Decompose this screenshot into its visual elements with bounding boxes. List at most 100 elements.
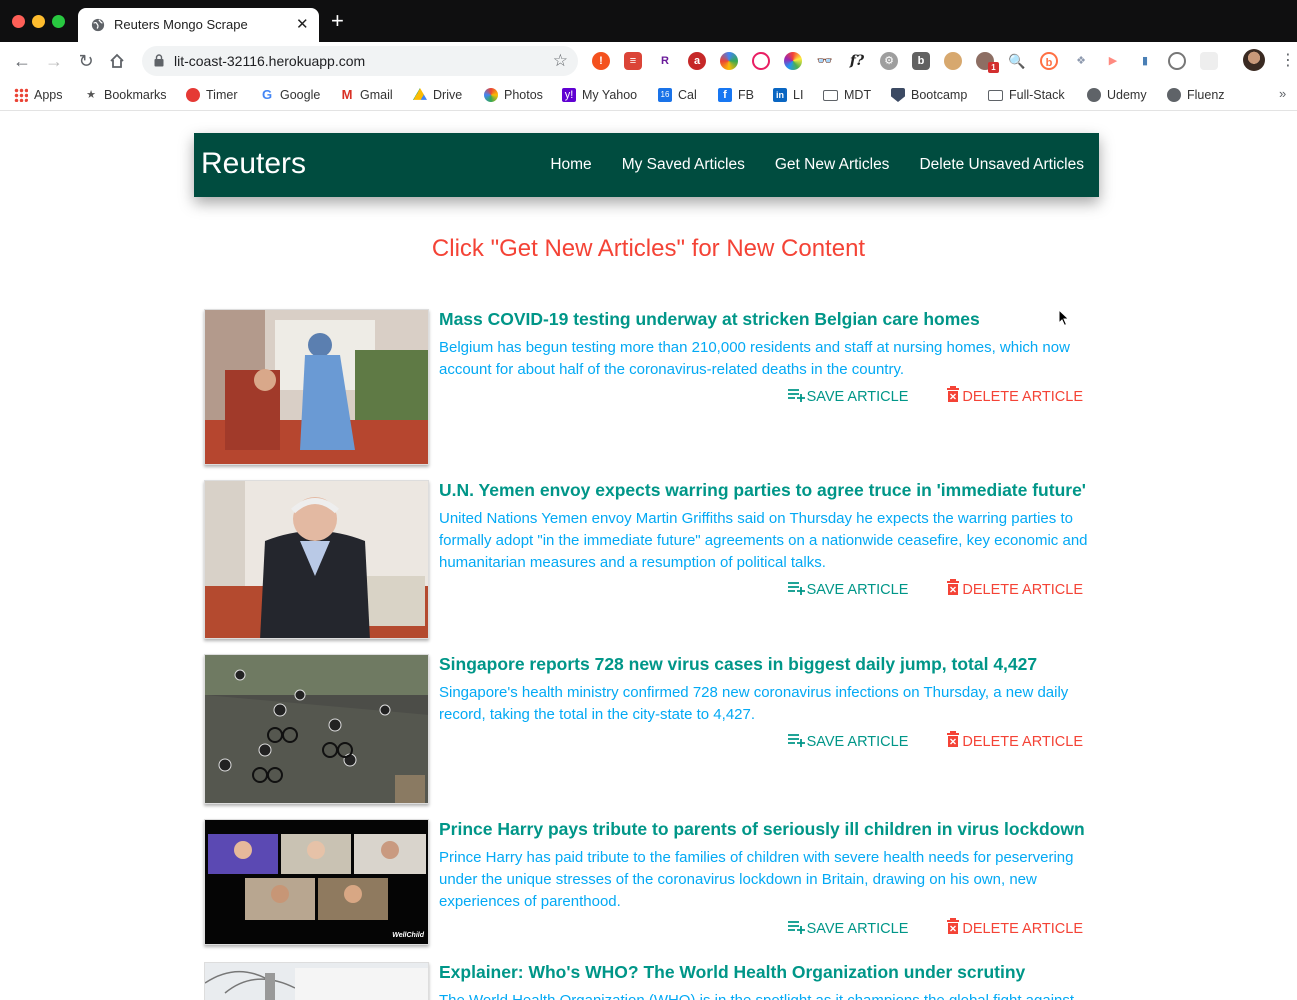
delete-article-button[interactable]: DELETE ARTICLE <box>946 579 1083 598</box>
article-title[interactable]: U.N. Yemen envoy expects warring parties… <box>439 480 1099 501</box>
playlist-add-icon <box>787 582 805 595</box>
maximize-window-button[interactable] <box>52 15 65 28</box>
extension-ring-icon[interactable] <box>1168 52 1186 70</box>
minimize-window-button[interactable] <box>32 15 45 28</box>
extension-color-icon[interactable] <box>720 52 738 70</box>
article-actions: SAVE ARTICLE DELETE ARTICLE <box>787 386 1083 405</box>
article-summary: The World Health Organization (WHO) is i… <box>439 990 1099 1000</box>
article-summary: Singapore's health ministry confirmed 72… <box>439 684 1069 723</box>
extension-play-icon[interactable]: ▶ <box>1104 52 1122 70</box>
article-image[interactable] <box>204 309 429 465</box>
save-article-button[interactable]: SAVE ARTICLE <box>787 582 908 598</box>
save-article-button[interactable]: SAVE ARTICLE <box>787 734 908 750</box>
forward-icon[interactable]: → <box>44 51 64 71</box>
extension-spiral-icon[interactable] <box>752 52 770 70</box>
article-image[interactable] <box>204 480 429 639</box>
extension-todoist-icon[interactable]: ≡ <box>624 52 642 70</box>
bookmark-star-icon[interactable]: ☆ <box>553 51 568 71</box>
extension-r-icon[interactable]: R <box>656 52 674 70</box>
folder-icon <box>823 89 838 101</box>
site-navbar: Reuters Home My Saved Articles Get New A… <box>194 133 1099 197</box>
address-bar[interactable]: lit-coast-32116.herokuapp.com ☆ <box>142 46 578 76</box>
bookmark-mdt[interactable]: MDT <box>823 85 871 105</box>
extension-b-icon[interactable]: b <box>912 52 930 70</box>
bookmark-google[interactable]: G Google <box>260 85 320 105</box>
folder-icon <box>988 89 1003 101</box>
bookmark-apps[interactable]: Apps <box>14 85 63 105</box>
bookmark-photos[interactable]: Photos <box>484 85 543 105</box>
back-icon[interactable]: ← <box>12 51 32 71</box>
bookmark-full-stack[interactable]: Full-Stack <box>988 85 1065 105</box>
browser-tab[interactable]: Reuters Mongo Scrape ✕ <box>78 8 319 42</box>
save-article-button[interactable]: SAVE ARTICLE <box>787 389 908 405</box>
article-title[interactable]: Singapore reports 728 new virus cases in… <box>439 654 1099 675</box>
extension-cookie-icon[interactable] <box>944 52 962 70</box>
playlist-add-icon <box>787 921 805 934</box>
extension-glasses-icon[interactable]: 👓 <box>816 52 834 70</box>
more-bookmarks-icon[interactable]: » <box>1279 86 1286 101</box>
bookmark-udemy[interactable]: Udemy <box>1087 85 1147 105</box>
bookmark-fb[interactable]: f FB <box>718 85 754 105</box>
bookmark-timer[interactable]: Timer <box>186 85 237 105</box>
article-photo <box>205 963 428 1000</box>
delete-article-button[interactable]: DELETE ARTICLE <box>946 386 1083 405</box>
extension-pinwheel-icon[interactable] <box>784 52 802 70</box>
reload-icon[interactable]: ↻ <box>76 51 96 71</box>
article-card: WellChild Prince Harry pays tribute to p… <box>204 819 1099 946</box>
extension-bars-icon[interactable]: ▮ <box>1136 52 1154 70</box>
delete-article-button[interactable]: DELETE ARTICLE <box>946 731 1083 750</box>
save-article-button[interactable]: SAVE ARTICLE <box>787 921 908 937</box>
article-summary: Belgium has begun testing more than 210,… <box>439 339 1070 378</box>
extension-bitly-icon[interactable]: b <box>1040 52 1058 70</box>
article-title[interactable]: Explainer: Who's WHO? The World Health O… <box>439 962 1099 983</box>
extension-a-icon[interactable]: a <box>688 52 706 70</box>
article-card: Singapore reports 728 new virus cases in… <box>204 654 1099 805</box>
google-icon: G <box>261 87 273 102</box>
extension-alert-icon[interactable]: ! <box>592 52 610 70</box>
new-tab-button[interactable]: + <box>331 10 344 32</box>
bookmark-fluenz[interactable]: Fluenz <box>1167 85 1225 105</box>
extension-function-icon[interactable]: f? <box>848 52 866 70</box>
bookmark-cal[interactable]: 16 Cal <box>658 85 697 105</box>
extension-grid-icon[interactable] <box>1200 52 1218 70</box>
bookmark-gmail[interactable]: M Gmail <box>340 85 393 105</box>
article-summary: United Nations Yemen envoy Martin Griffi… <box>439 510 1088 571</box>
extension-gear-icon[interactable]: ⚙ <box>880 52 898 70</box>
bookmark-my-yahoo[interactable]: y! My Yahoo <box>562 85 637 105</box>
trash-icon <box>947 579 960 595</box>
extension-magnifier-icon[interactable]: 🔍 <box>1008 52 1026 70</box>
delete-article-button[interactable]: DELETE ARTICLE <box>946 918 1083 937</box>
article-title[interactable]: Prince Harry pays tribute to parents of … <box>439 819 1099 840</box>
bookmark-bookmarks[interactable]: ★ Bookmarks <box>84 85 166 105</box>
lock-icon <box>154 54 164 67</box>
trash-icon <box>947 386 960 402</box>
drive-icon <box>413 88 427 100</box>
article-photo <box>205 481 428 638</box>
browser-menu-icon[interactable]: ⋮ <box>1280 50 1296 70</box>
nav-delete-unsaved-articles[interactable]: Delete Unsaved Articles <box>919 156 1084 174</box>
article-photo <box>205 310 428 464</box>
shield-icon <box>891 88 905 102</box>
globe-icon <box>91 18 105 32</box>
article-image[interactable] <box>204 654 429 804</box>
linkedin-icon: in <box>773 88 787 102</box>
close-tab-icon[interactable]: ✕ <box>296 15 309 33</box>
bookmark-li[interactable]: in LI <box>773 85 803 105</box>
home-icon[interactable] <box>108 52 126 70</box>
nav-get-new-articles[interactable]: Get New Articles <box>775 156 890 174</box>
nav-my-saved-articles[interactable]: My Saved Articles <box>622 156 745 174</box>
article-image[interactable]: WellChild <box>204 819 429 945</box>
profile-avatar[interactable] <box>1243 49 1265 71</box>
article-title[interactable]: Mass COVID-19 testing underway at strick… <box>439 309 1099 330</box>
page-headline: Click "Get New Articles" for New Content <box>431 235 866 262</box>
nav-home[interactable]: Home <box>550 156 591 174</box>
close-window-button[interactable] <box>12 15 25 28</box>
bookmark-bootcamp[interactable]: Bootcamp <box>891 85 967 105</box>
browser-toolbar: ← → ↻ lit-coast-32116.herokuapp.com ☆ ! … <box>0 42 1297 80</box>
article-image[interactable] <box>204 962 429 1000</box>
brand-logo[interactable]: Reuters <box>201 147 306 181</box>
bookmark-drive[interactable]: Drive <box>413 85 462 105</box>
gmail-icon: M <box>341 87 353 102</box>
trash-icon <box>947 918 960 934</box>
extension-dropbox-icon[interactable]: ❖ <box>1072 52 1090 70</box>
